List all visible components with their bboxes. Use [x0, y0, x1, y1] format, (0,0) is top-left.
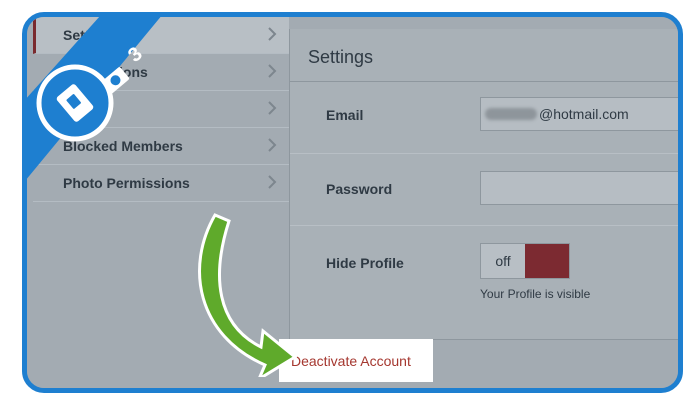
email-label: Email — [326, 107, 364, 123]
sidebar-item-label: Notifications — [63, 64, 148, 80]
divider — [290, 153, 678, 154]
chevron-right-icon — [268, 27, 277, 41]
sidebar-item-label: Blocked Members — [63, 138, 183, 154]
sidebar-item-photo-permissions[interactable]: Photo Permissions — [33, 165, 289, 202]
sidebar-item-label: Photo Permissions — [63, 175, 190, 191]
chevron-right-icon — [268, 138, 277, 152]
settings-panel: Settings Email @hotmail.com Password Hid… — [289, 29, 678, 340]
sidebar-item-blocked-members[interactable]: Blocked Members — [33, 128, 289, 165]
toggle-help-text: Your Profile is visible — [480, 287, 591, 301]
sidebar-item-hidden[interactable] — [33, 91, 289, 128]
panel-title: Settings — [308, 47, 374, 67]
divider — [290, 225, 678, 226]
green-arrow-icon — [198, 213, 297, 377]
sidebar-item-label: Settings — [63, 27, 119, 43]
blurred-text — [485, 108, 537, 120]
toggle-knob — [525, 244, 569, 278]
sidebar-item-settings[interactable]: Settings — [33, 17, 289, 54]
chevron-right-icon — [268, 101, 277, 115]
sidebar-item-notifications[interactable]: Notifications — [33, 54, 289, 91]
hide-profile-label: Hide Profile — [326, 255, 404, 271]
email-value: @hotmail.com — [539, 106, 629, 122]
chevron-right-icon — [268, 175, 277, 189]
deactivate-account-link[interactable]: Deactivate Account — [279, 339, 433, 382]
sidebar: Settings Notifications Blocked Members P… — [27, 17, 289, 217]
chevron-right-icon — [268, 64, 277, 78]
divider — [290, 81, 678, 82]
screenshot-frame: Settings Notifications Blocked Members P… — [22, 12, 683, 393]
password-field[interactable] — [480, 171, 678, 205]
toggle-state-label: off — [495, 253, 511, 269]
hide-profile-toggle[interactable]: off — [480, 243, 570, 279]
password-label: Password — [326, 181, 393, 197]
app-screen: Settings Notifications Blocked Members P… — [27, 17, 678, 388]
email-field[interactable]: @hotmail.com — [480, 97, 678, 131]
